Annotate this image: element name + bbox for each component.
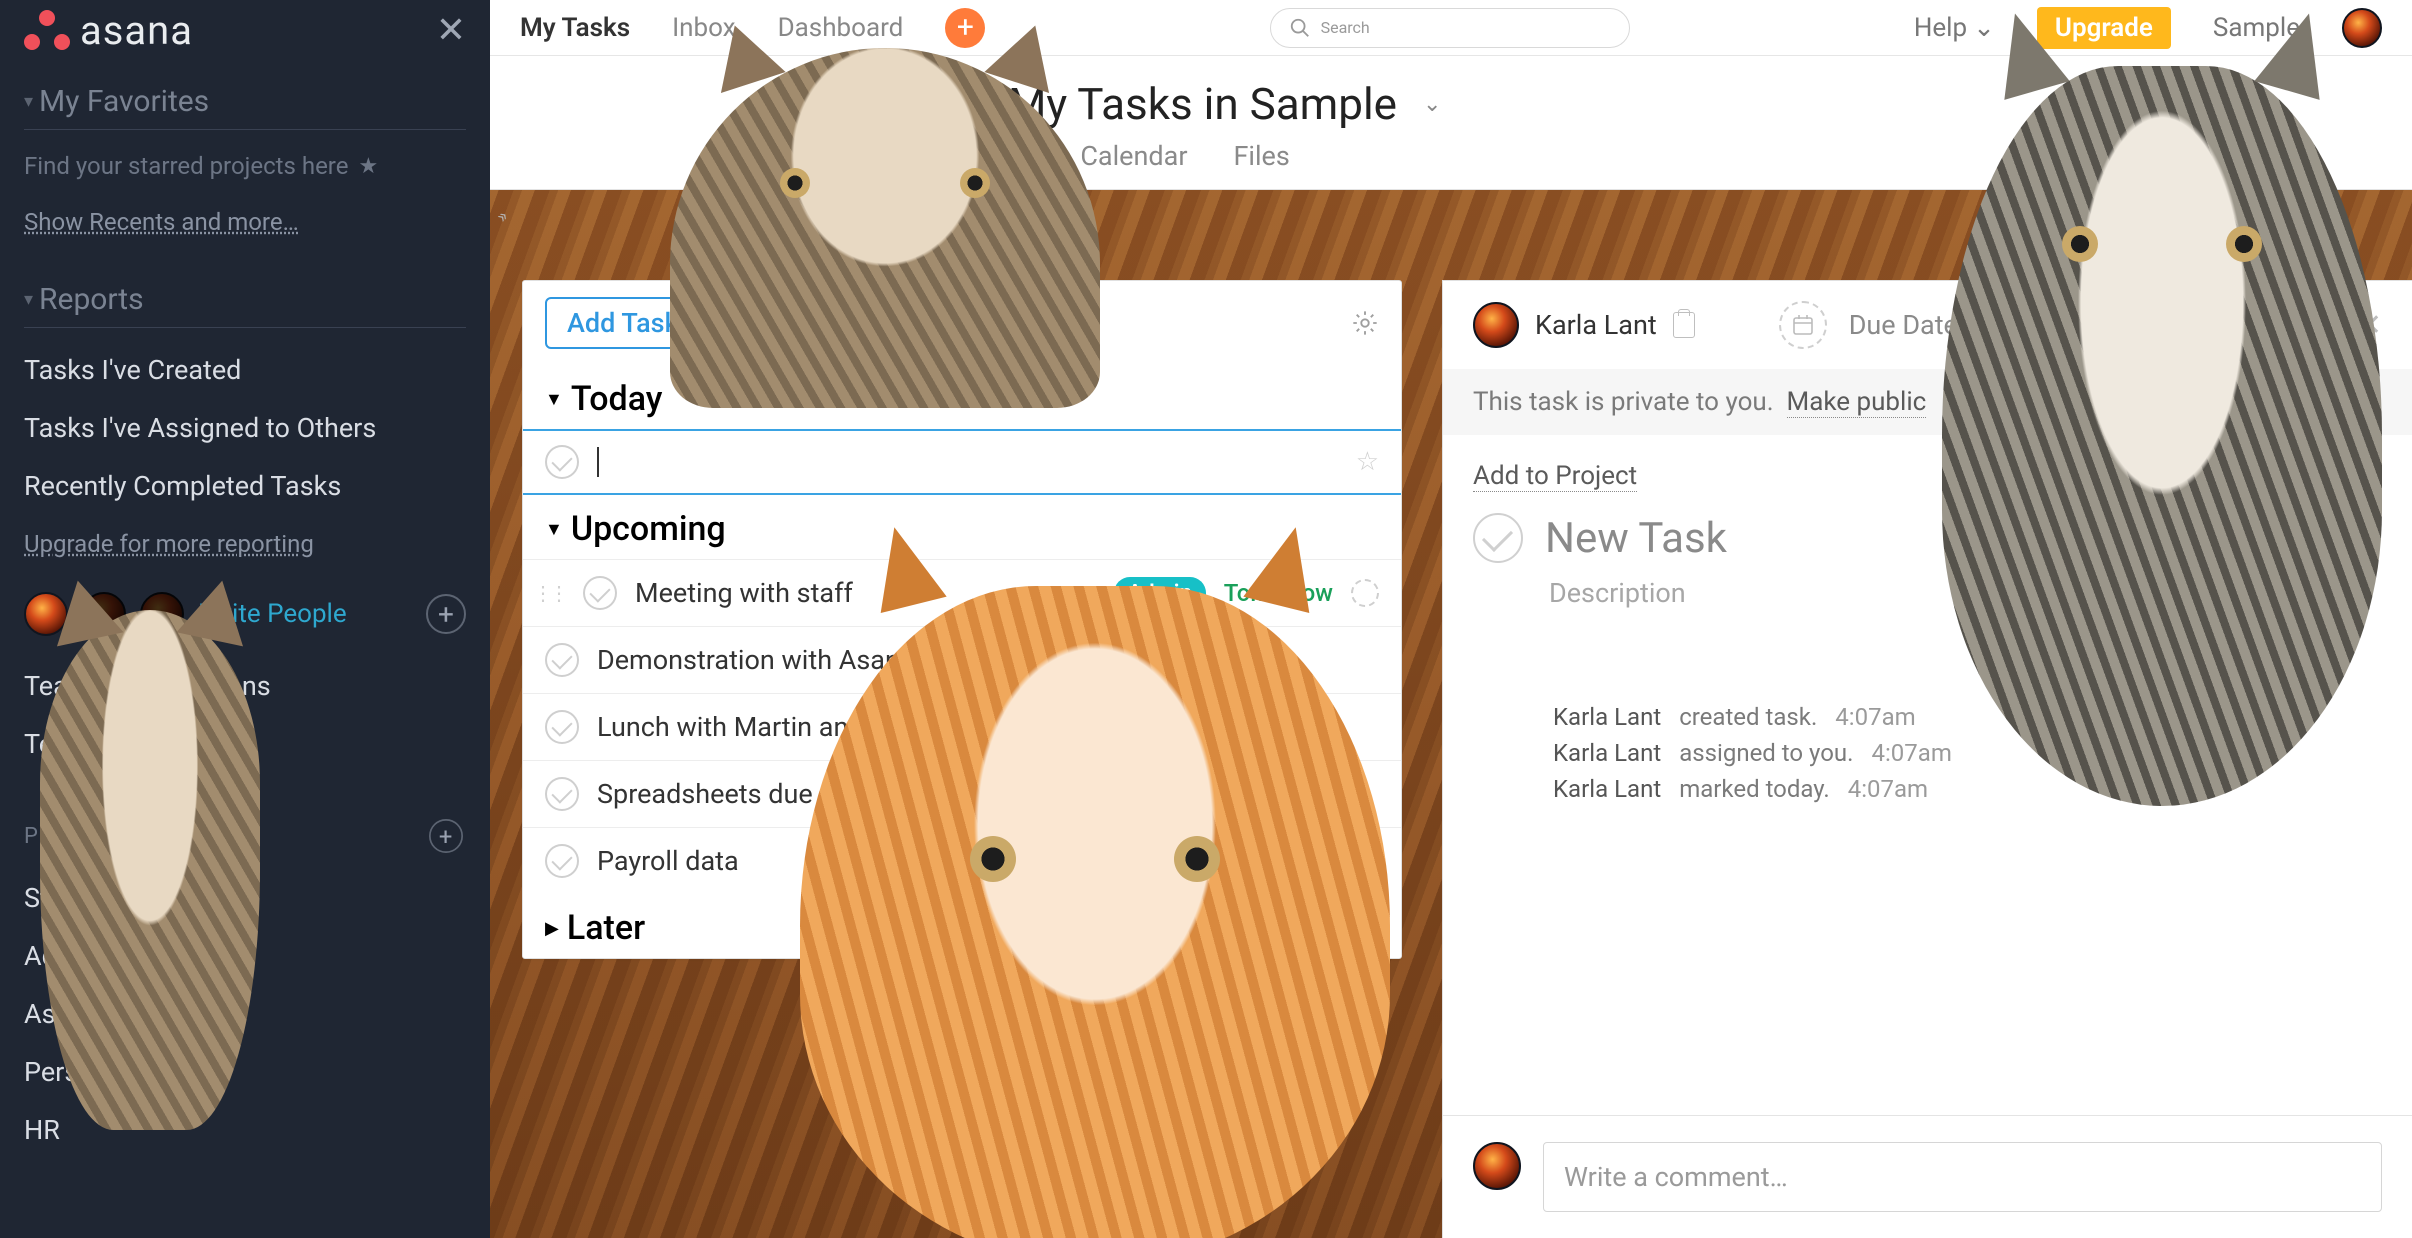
caret-down-icon: ▾ <box>24 91 33 112</box>
project-item[interactable]: HR <box>24 1114 466 1146</box>
search-placeholder: Search <box>1321 18 1370 37</box>
avatar <box>1473 1142 1521 1190</box>
assignee-empty-icon[interactable] <box>1351 579 1379 607</box>
upgrade-reporting-link[interactable]: Upgrade for more reporting <box>24 530 466 558</box>
text-cursor <box>597 447 599 477</box>
nav-my-tasks[interactable]: My Tasks <box>520 13 630 43</box>
user-avatar[interactable] <box>2342 8 2382 48</box>
task-name: Meeting with staff <box>635 577 853 609</box>
task-name: Demonstration with Asana <box>597 644 915 676</box>
expand-sidebar-icon[interactable]: » <box>492 206 513 227</box>
comment-input[interactable]: Write a comment… <box>1543 1142 2382 1212</box>
new-task-input-row[interactable]: ☆ <box>523 429 1401 495</box>
complete-checkbox[interactable] <box>545 643 579 677</box>
complete-checkbox[interactable] <box>545 445 579 479</box>
main-area: My Tasks Inbox Dashboard + Search Help ⌄… <box>490 0 2412 1238</box>
complete-checkbox[interactable] <box>545 777 579 811</box>
caret-down-icon: ▼ <box>545 389 563 410</box>
star-outline-icon[interactable]: ☆ <box>1356 447 1379 477</box>
logo-text: asana <box>80 7 193 54</box>
complete-checkbox[interactable] <box>545 844 579 878</box>
app-logo[interactable]: asana <box>24 7 193 54</box>
add-project-button[interactable]: + <box>429 819 463 853</box>
search-input[interactable]: Search <box>1270 8 1630 48</box>
sidebar-close-icon[interactable]: ✕ <box>436 9 466 51</box>
cat-decoration <box>40 610 260 1130</box>
avatar <box>1473 302 1519 348</box>
caret-down-icon: ▾ <box>24 289 33 310</box>
caret-right-icon: ▶ <box>545 918 559 939</box>
tab-calendar[interactable]: Calendar <box>1080 140 1187 189</box>
page-title: My Tasks in Sample <box>1008 78 1397 130</box>
show-recents-link[interactable]: Show Recents and more… <box>24 208 466 236</box>
report-tasks-assigned[interactable]: Tasks I've Assigned to Others <box>24 412 466 444</box>
add-to-project-link[interactable]: Add to Project <box>1473 461 1637 492</box>
logo-icon <box>24 10 70 50</box>
due-date-label[interactable]: Due Date <box>1849 309 1958 341</box>
caret-down-icon: ▼ <box>545 519 563 540</box>
canvas: My Tasks in Sample ⌄ List Calendar Files… <box>490 56 2412 1238</box>
clipboard-icon <box>1673 312 1695 338</box>
top-nav: My Tasks Inbox Dashboard + Search Help ⌄… <box>490 0 2412 56</box>
search-icon <box>1289 17 1311 39</box>
assignee-chip[interactable]: Karla Lant <box>1473 302 1695 348</box>
favorites-heading[interactable]: ▾ My Favorites <box>24 84 466 119</box>
calendar-icon[interactable] <box>1779 301 1827 349</box>
report-tasks-created[interactable]: Tasks I've Created <box>24 354 466 386</box>
report-recently-completed[interactable]: Recently Completed Tasks <box>24 470 466 502</box>
nav-dashboard[interactable]: Dashboard <box>778 13 904 43</box>
cat-decoration <box>800 586 1390 1238</box>
quick-add-button[interactable]: + <box>945 8 985 48</box>
task-name: Spreadsheets due <box>597 778 813 810</box>
sidebar: asana ✕ ▾ My Favorites Find your starred… <box>0 0 490 1238</box>
complete-checkbox[interactable] <box>1473 513 1523 563</box>
complete-checkbox[interactable] <box>583 576 617 610</box>
drag-handle-icon[interactable]: ⋮⋮ <box>533 581 565 605</box>
reports-heading[interactable]: ▾ Reports <box>24 282 466 317</box>
cat-decoration <box>1942 66 2382 806</box>
add-member-button[interactable]: + <box>426 594 466 634</box>
complete-checkbox[interactable] <box>545 710 579 744</box>
gear-icon[interactable] <box>1351 309 1379 337</box>
chevron-down-icon[interactable]: ⌄ <box>1423 92 1441 117</box>
star-icon: ★ <box>358 154 378 179</box>
comment-area: Write a comment… <box>1443 1115 2412 1238</box>
task-name: Payroll data <box>597 845 739 877</box>
task-title-input[interactable]: New Task <box>1545 514 1727 563</box>
make-public-link[interactable]: Make public <box>1787 387 1927 418</box>
favorites-hint: Find your starred projects here ★ <box>24 152 466 180</box>
tab-files[interactable]: Files <box>1233 140 1289 189</box>
